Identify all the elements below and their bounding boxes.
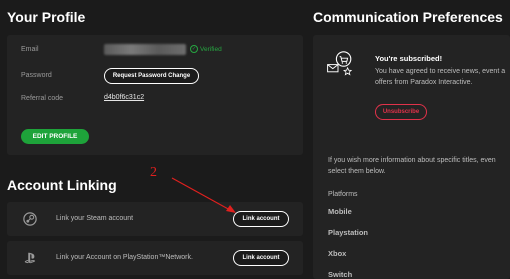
steam-link-text: Link your Steam account — [56, 215, 134, 222]
unsubscribe-button[interactable]: Unsubscribe — [375, 104, 427, 120]
steam-link-account-button[interactable]: Link account — [233, 211, 289, 227]
email-verified-text: Verified — [200, 45, 222, 53]
subscribed-line-1: You have agreed to receive news, event a — [375, 68, 506, 75]
playstation-icon — [24, 252, 36, 264]
playstation-link-text: Link your Account on PlayStation™Network… — [56, 254, 193, 261]
referral-code-link[interactable]: d4b0f6c31c2 — [104, 94, 144, 101]
annotation-number: 2 — [150, 165, 157, 180]
email-verified-badge: ✓ Verified — [190, 45, 222, 53]
platform-switch[interactable]: Switch — [328, 270, 352, 279]
communication-title: Communication Preferences — [313, 9, 503, 25]
playstation-link-account-button[interactable]: Link account — [233, 250, 289, 266]
platform-mobile[interactable]: Mobile — [328, 207, 352, 216]
email-value-redacted — [104, 44, 186, 55]
info-line-2: select them below. — [328, 168, 386, 175]
info-line-1: If you wish more information about speci… — [328, 157, 496, 164]
steam-link-row: Link your Steam account Link account — [7, 202, 303, 236]
shopping-cart-envelope-icon — [327, 51, 353, 76]
referral-label: Referral code — [21, 95, 64, 102]
account-linking-title: Account Linking — [7, 177, 117, 193]
platform-xbox[interactable]: Xbox — [328, 249, 346, 258]
subscribed-title: You're subscribed! — [375, 54, 443, 63]
playstation-link-row: Link your Account on PlayStation™Network… — [7, 241, 303, 275]
request-password-change-button[interactable]: Request Password Change — [104, 68, 199, 84]
check-circle-icon: ✓ — [190, 45, 198, 53]
profile-title: Your Profile — [7, 9, 86, 25]
password-label: Password — [21, 72, 52, 79]
edit-profile-button[interactable]: EDIT PROFILE — [21, 129, 89, 144]
email-label: Email — [21, 46, 39, 53]
steam-icon — [23, 212, 37, 226]
platforms-label: Platforms — [328, 191, 358, 198]
platform-playstation[interactable]: Playstation — [328, 228, 368, 237]
profile-card: Email ✓ Verified Password Request Passwo… — [7, 35, 303, 155]
communication-card: You're subscribed! You have agreed to re… — [313, 35, 510, 279]
subscribed-line-2: offers from Paradox Interactive. — [375, 79, 473, 86]
